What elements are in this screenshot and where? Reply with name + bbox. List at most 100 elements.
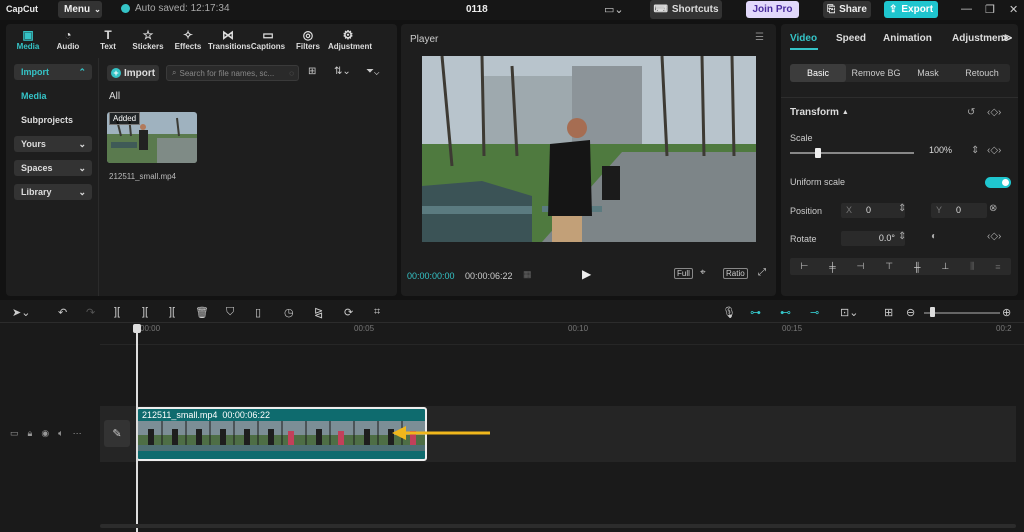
rotate-field[interactable]: 0.0° bbox=[841, 231, 905, 246]
menu-button[interactable]: Menu ⌄ bbox=[58, 1, 102, 18]
scale-slider-handle[interactable] bbox=[815, 148, 821, 158]
freeze-icon[interactable]: ▯ bbox=[255, 306, 261, 319]
crop-icon[interactable]: ⌗ bbox=[374, 306, 380, 319]
project-name[interactable]: 0118 bbox=[466, 4, 488, 15]
import-button[interactable]: + Import bbox=[107, 65, 159, 81]
split-icon[interactable]: ][ bbox=[114, 306, 120, 318]
transform-section[interactable]: Transform ▲ bbox=[790, 107, 849, 118]
tab-media[interactable]: ▣ Media bbox=[8, 28, 48, 51]
undo-icon[interactable]: ↶ bbox=[58, 306, 67, 319]
auto-snap-icon[interactable]: ⊷ bbox=[780, 306, 791, 319]
tab-video[interactable]: Video bbox=[790, 33, 817, 44]
ratio-button[interactable]: Ratio bbox=[723, 268, 748, 279]
distribute-v-icon[interactable]: ≡ bbox=[995, 262, 1000, 272]
join-pro-button[interactable]: Join Pro bbox=[746, 1, 799, 18]
align-bottom-icon[interactable]: ⊥ bbox=[941, 261, 949, 272]
minimize-icon[interactable]: — bbox=[961, 3, 972, 15]
subtab-basic[interactable]: Basic bbox=[790, 64, 846, 82]
fullscreen-icon[interactable]: ⤢ bbox=[758, 267, 766, 278]
full-button[interactable]: Full bbox=[674, 268, 693, 279]
sort-icon[interactable]: ⇅⌄ bbox=[334, 66, 351, 77]
search-input[interactable]: ⌕ Search for file names, sc... ◌ bbox=[166, 65, 299, 81]
close-icon[interactable]: ✕ bbox=[1009, 3, 1018, 16]
restore-icon[interactable]: ❐ bbox=[985, 3, 995, 16]
subtab-remove-bg[interactable]: Remove BG bbox=[850, 64, 902, 82]
volume-icon[interactable]: 🔈︎ bbox=[58, 428, 63, 439]
tab-adjustment[interactable]: ⚙ Adjustment bbox=[328, 28, 372, 51]
subtab-mask[interactable]: Mask bbox=[906, 64, 950, 82]
position-y-field[interactable]: Y0 bbox=[931, 203, 987, 218]
scale-slider[interactable] bbox=[790, 152, 914, 154]
keyframe-icon[interactable]: ‹◇› bbox=[987, 107, 1001, 118]
shortcuts-button[interactable]: ⌨ Shortcuts bbox=[650, 0, 722, 19]
keyframe-icon[interactable]: ‹◇› bbox=[987, 145, 1001, 156]
tab-effects[interactable]: ✧ Effects bbox=[168, 28, 208, 51]
edit-cover-button[interactable]: ✎ bbox=[104, 420, 130, 447]
scale-value[interactable]: 100% bbox=[929, 145, 952, 155]
align-middle-v-icon[interactable]: ╫ bbox=[914, 262, 920, 272]
export-button[interactable]: ⇪ Export bbox=[884, 1, 938, 18]
more-icon[interactable]: ⋯ bbox=[73, 428, 82, 439]
sidebar-item-library[interactable]: Library ⌄ bbox=[14, 184, 92, 200]
position-x-field[interactable]: X0 bbox=[841, 203, 905, 218]
stepper-icon[interactable]: ⇕ bbox=[898, 231, 906, 242]
grid-view-icon[interactable]: ⊞ bbox=[308, 66, 316, 77]
rotate-dial-icon[interactable]: ◐ bbox=[931, 231, 937, 242]
filter-all[interactable]: All bbox=[109, 91, 120, 102]
subtab-retouch[interactable]: Retouch bbox=[956, 64, 1008, 82]
refresh-icon[interactable]: ◌ bbox=[289, 69, 294, 78]
tab-filters[interactable]: ◎ Filters bbox=[288, 28, 328, 51]
microphone-icon[interactable]: 🎙 bbox=[722, 306, 736, 319]
keyframe-icon[interactable]: ‹◇› bbox=[987, 231, 1001, 242]
link-icon[interactable]: ⊗ bbox=[989, 203, 997, 214]
player-menu-icon[interactable]: ☰ bbox=[755, 32, 764, 43]
tab-captions[interactable]: ▭ Captions bbox=[248, 28, 288, 51]
tab-adjustment[interactable]: Adjustment bbox=[952, 33, 1007, 44]
timeline-scrollbar[interactable] bbox=[100, 524, 1016, 528]
main-track-magnet-icon[interactable]: ⊶ bbox=[750, 306, 761, 319]
tab-audio[interactable]: ◔ Audio bbox=[48, 28, 88, 51]
mirror-icon[interactable]: ⧎ bbox=[314, 306, 323, 319]
stepper-icon[interactable]: ⇕ bbox=[971, 145, 979, 156]
playhead[interactable] bbox=[136, 324, 138, 532]
waveform-icon[interactable]: ▦ bbox=[523, 269, 532, 280]
rotate-clip-icon[interactable]: ⟳ bbox=[344, 306, 353, 319]
play-icon[interactable]: ▶ bbox=[582, 267, 591, 281]
align-top-icon[interactable]: ⊤ bbox=[885, 261, 893, 272]
linkage-icon[interactable]: ⊸ bbox=[810, 306, 819, 319]
timeline-ruler[interactable]: 00:00 00:05 00:10 00:15 00:2 bbox=[138, 324, 1024, 336]
eye-icon[interactable]: ◉ bbox=[41, 428, 49, 439]
video-preview[interactable] bbox=[422, 55, 756, 242]
uniform-scale-toggle[interactable] bbox=[985, 177, 1011, 188]
align-left-icon[interactable]: ⊢ bbox=[800, 261, 808, 272]
sidebar-item-spaces[interactable]: Spaces ⌄ bbox=[14, 160, 92, 176]
marker-icon[interactable]: ⛉ bbox=[226, 306, 234, 319]
zoom-slider-handle[interactable] bbox=[930, 307, 935, 317]
tab-transitions[interactable]: ⋈ Transitions bbox=[208, 28, 251, 51]
tab-speed[interactable]: Speed bbox=[836, 33, 866, 44]
reverse-icon[interactable]: ◷ bbox=[284, 306, 294, 319]
stepper-icon[interactable]: ⇕ bbox=[898, 203, 906, 214]
align-center-h-icon[interactable]: ╪ bbox=[829, 262, 835, 272]
playhead-handle[interactable] bbox=[133, 324, 141, 333]
reset-icon[interactable]: ↺ bbox=[967, 107, 975, 118]
select-tool-icon[interactable]: ➤⌄ bbox=[12, 306, 30, 319]
tab-text[interactable]: T Text bbox=[88, 28, 128, 51]
share-button[interactable]: ⎘ Share bbox=[823, 1, 871, 18]
video-clip[interactable]: 212511_small.mp4 00:00:06:22 bbox=[136, 407, 427, 461]
preview-axis-icon[interactable]: ⊡⌄ bbox=[840, 306, 858, 319]
layout-icon[interactable]: ▭⌄ bbox=[604, 3, 624, 16]
filter-icon[interactable]: ⏷⌄ bbox=[366, 66, 379, 77]
zoom-in-icon[interactable]: ⊕ bbox=[1002, 306, 1011, 319]
split-right-icon[interactable]: ][ bbox=[169, 306, 175, 318]
sidebar-item-subprojects[interactable]: Subprojects bbox=[12, 112, 98, 128]
split-left-icon[interactable]: ][ bbox=[142, 306, 148, 318]
zoom-out-icon[interactable]: ⊖ bbox=[906, 306, 915, 319]
tab-animation[interactable]: Animation bbox=[883, 33, 932, 44]
zoom-slider[interactable] bbox=[924, 312, 1000, 314]
more-tabs-icon[interactable]: ≫ bbox=[1002, 33, 1012, 44]
fit-timeline-icon[interactable]: ⊞ bbox=[884, 306, 893, 319]
fit-icon[interactable]: ⌖ bbox=[700, 267, 706, 278]
tab-stickers[interactable]: ☆ Stickers bbox=[128, 28, 168, 51]
sidebar-item-yours[interactable]: Yours ⌄ bbox=[14, 136, 92, 152]
